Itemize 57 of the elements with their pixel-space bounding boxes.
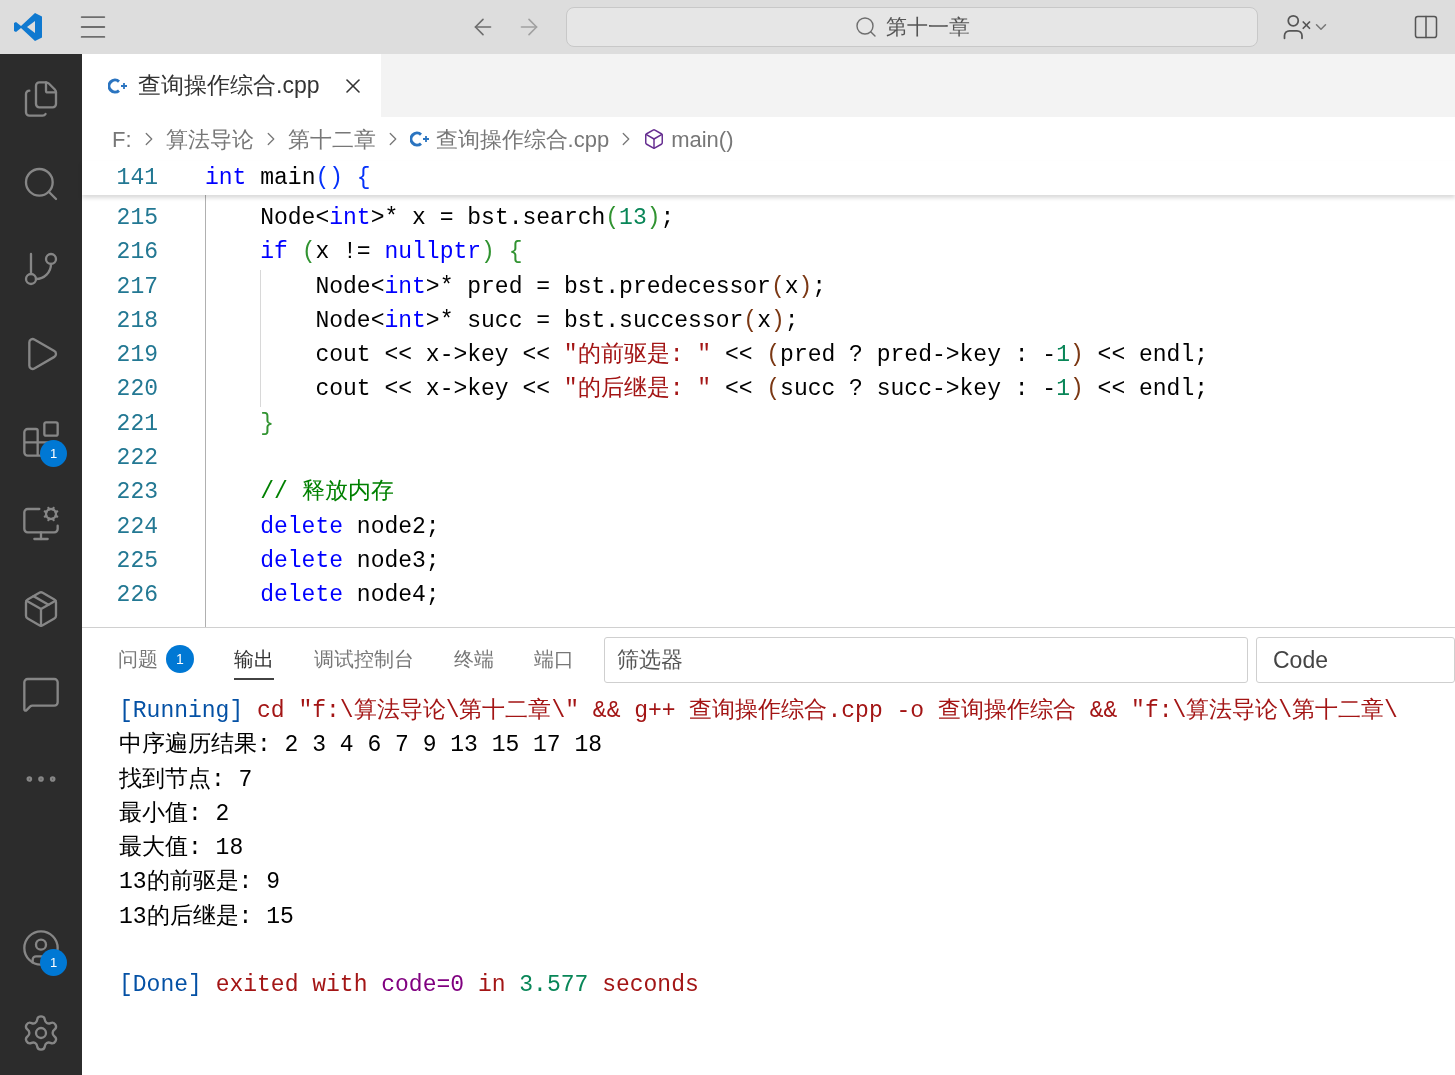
line-number: 219 [115, 341, 158, 371]
panel-tab[interactable]: 问题 1 [118, 640, 194, 680]
line-number: 224 [115, 512, 158, 542]
layout-icon[interactable] [1412, 13, 1440, 41]
panel-tab[interactable]: 输出 [234, 640, 274, 680]
badge: 1 [40, 440, 67, 467]
code-line: } [259, 409, 274, 439]
line-number: 218 [115, 306, 158, 336]
code-line: Node<int>* succ = bst.successor(x); [314, 306, 799, 336]
code-line: Node<int>* pred = bst.predecessor(x); [314, 272, 827, 302]
output-line: 最小值: 2 [119, 799, 230, 829]
command-search-field[interactable]: 第十一章 [566, 7, 1258, 47]
editor-logo-icon [12, 11, 44, 43]
output-channel-dropdown[interactable]: Code [1256, 637, 1455, 683]
code-line: // 释放内存 [259, 478, 394, 508]
line-number: 141 [115, 163, 158, 193]
search-icon [854, 15, 878, 39]
output-line: [Done] exited with code=0 in 3.577 seconds [119, 971, 699, 1001]
output-line: [Running] cd "f:\算法导论\第十二章\" && g++ 查询操作综合.cpp -o 查询操作综合 && "f:\算法导论\第十二章\ [119, 696, 1398, 726]
code-line: cout << x->key << "的前驱是: " << (pred ? pred->key : -1) << endl; [314, 341, 1208, 371]
code-line: delete node4; [259, 581, 440, 611]
line-number: 220 [115, 375, 158, 405]
line-number: 223 [115, 478, 158, 508]
breadcrumb-item[interactable]: 第十二章 [287, 122, 376, 156]
panel-tab[interactable]: 端口 [534, 640, 574, 680]
code-line: delete node2; [259, 512, 440, 542]
breadcrumb-item[interactable]: 算法导论 [165, 122, 254, 156]
account-icon[interactable] [1282, 12, 1312, 42]
filter-field[interactable]: 筛选器 [604, 637, 1248, 683]
line-number: 222 [115, 444, 158, 473]
output-line: 中序遍历结果: 2 3 4 6 7 9 13 15 17 18 [119, 730, 603, 761]
line-number: 217 [115, 272, 158, 302]
badge: 1 [166, 645, 194, 673]
code-line: int main() { [205, 163, 371, 193]
code-line: delete node3; [259, 546, 440, 576]
line-number: 226 [115, 581, 158, 611]
panel-tab[interactable]: 终端 [454, 640, 494, 680]
editor-tab[interactable]: 查询操作综合.cpp [82, 54, 382, 117]
line-number: 221 [115, 409, 158, 439]
cube-icon [643, 128, 666, 150]
breadcrumb-item[interactable]: F: [112, 122, 132, 156]
line-number: 225 [115, 546, 158, 576]
line-number: 215 [115, 203, 158, 233]
code-line: Node<int>* x = bst.search(13); [259, 203, 675, 233]
output-line: 最大值: 18 [119, 834, 244, 864]
line-number: 216 [115, 238, 158, 268]
breadcrumb-item[interactable]: main() [671, 122, 734, 156]
output-line: 13的后继是: 15 [119, 902, 294, 932]
badge: 1 [40, 949, 67, 976]
output-line: 13的前驱是: 9 [119, 868, 280, 898]
output-line: 找到节点: 7 [119, 765, 253, 795]
panel-tab[interactable]: 调试控制台 [314, 640, 414, 680]
code-line: cout << x->key << "的后继是: " << (succ ? succ->key : -1) << endl; [314, 375, 1208, 405]
cpp-file-icon [409, 130, 430, 148]
code-line: if (x != nullptr) { [259, 238, 523, 268]
cpp-file-icon [108, 76, 128, 95]
breadcrumb-item[interactable]: 查询操作综合.cpp [435, 122, 610, 156]
